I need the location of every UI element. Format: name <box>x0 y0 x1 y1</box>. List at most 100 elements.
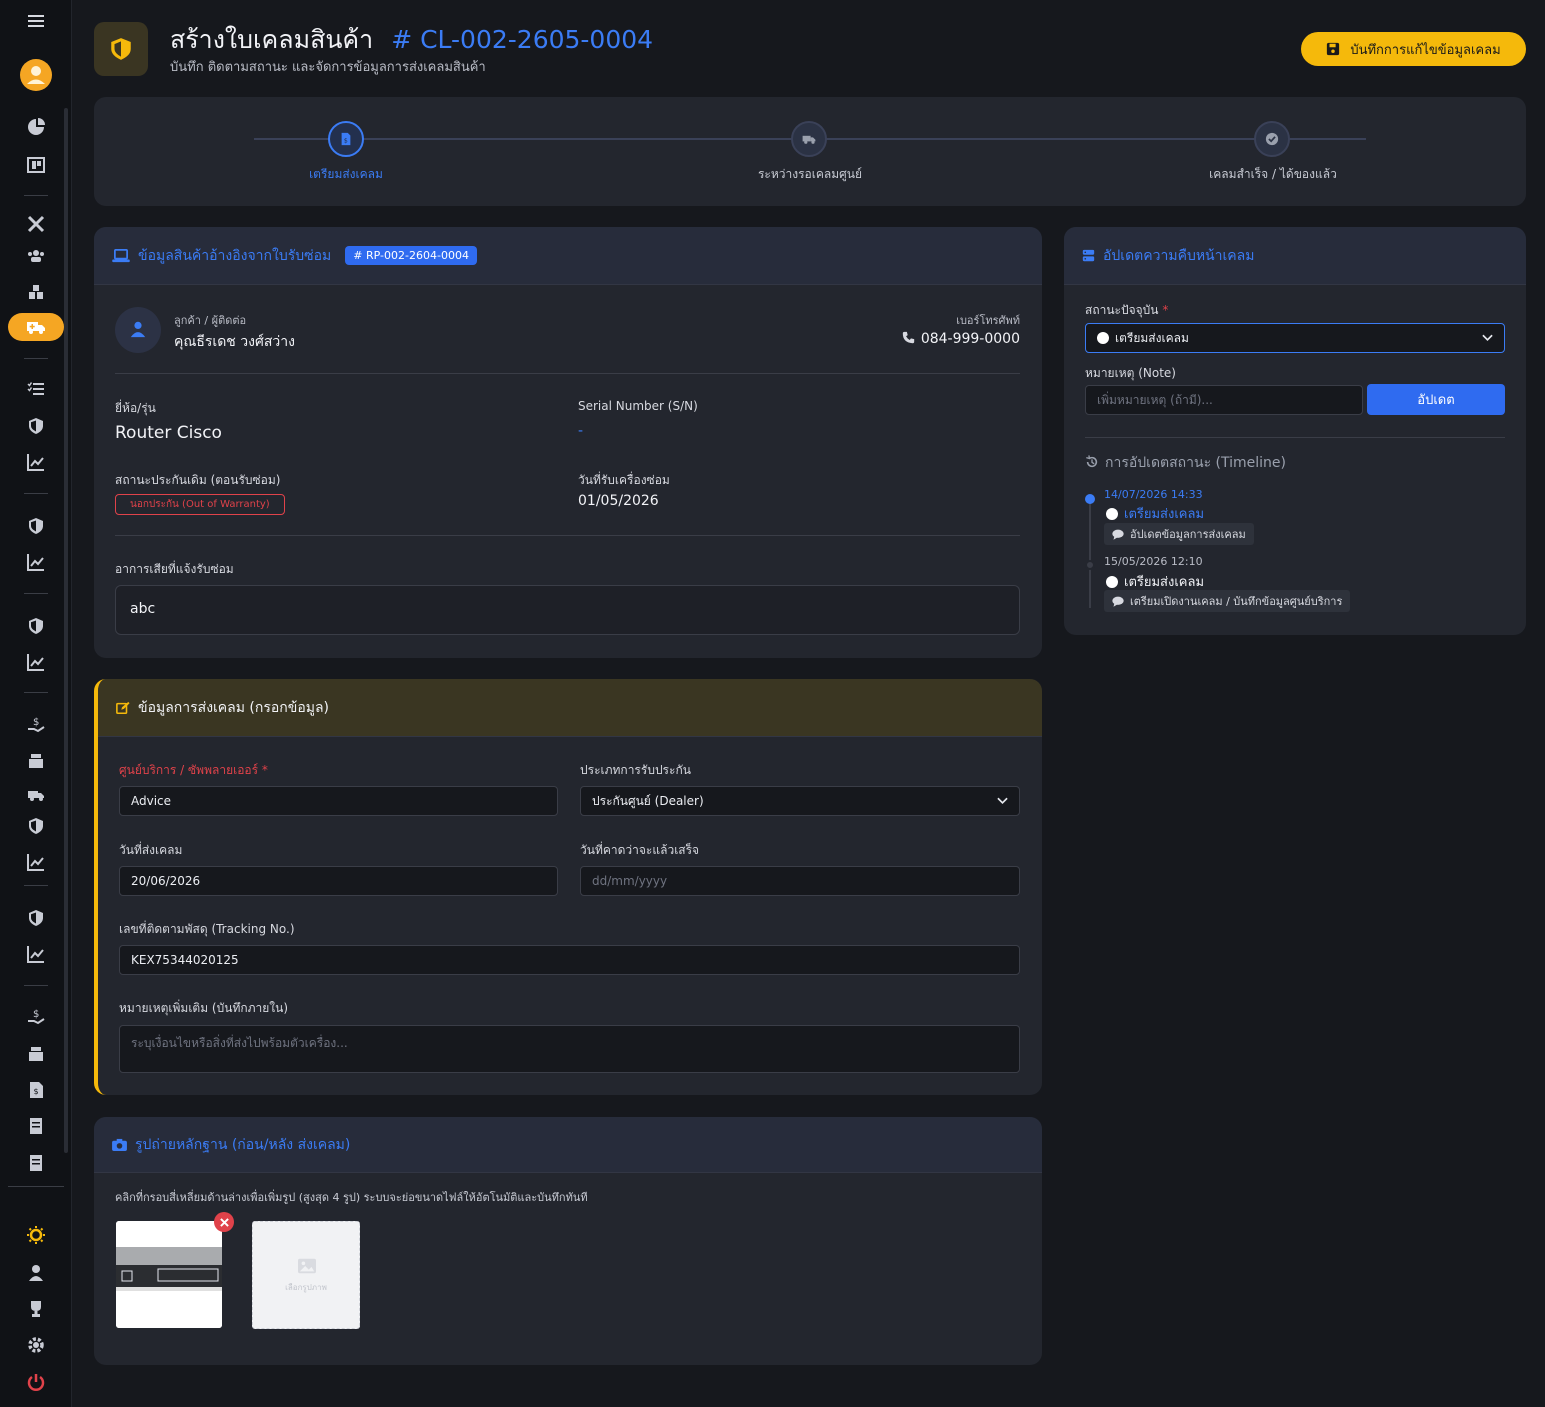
sidebar-item-customers[interactable] <box>0 241 72 271</box>
shield-icon <box>29 518 43 534</box>
cash-register-icon <box>29 1047 43 1061</box>
sidebar-item-inventory[interactable] <box>0 277 72 307</box>
warranty-status-badge: นอกประกัน (Out of Warranty) <box>115 494 285 515</box>
sidebar-item-report-4[interactable] <box>0 847 72 877</box>
timeline-note: อัปเดตข้อมูลการส่งเคลม <box>1104 523 1254 545</box>
close-icon <box>219 1217 229 1227</box>
sidebar-item-report-3[interactable] <box>0 647 72 677</box>
image-icon <box>298 1258 316 1274</box>
chart-line-icon <box>27 854 44 871</box>
internal-note-textarea[interactable]: ระบุเงื่อนไขหรือสิ่งที่ส่งไปพร้อมตัวเครื… <box>119 1025 1020 1073</box>
expected-date-label: วันที่คาดว่าจะแล้วเสร็จ <box>580 843 700 857</box>
truck-icon <box>802 135 816 144</box>
sidebar-item-profile[interactable] <box>0 1258 72 1288</box>
phone-label: เบอร์โทรศัพท์ <box>956 314 1020 327</box>
send-date-input[interactable]: 20/06/2026 <box>119 866 558 896</box>
photos-hint: คลิกที่กรอบสี่เหลี่ยมด้านล่างเพื่อเพิ่มร… <box>115 1191 588 1204</box>
sidebar-item-receipt-1[interactable] <box>0 1111 72 1141</box>
sidebar-item-payment-2[interactable]: $ <box>0 1002 72 1032</box>
phone-value[interactable]: 084-999-0000 <box>902 331 1020 347</box>
pie-chart-icon <box>28 118 45 135</box>
step-1-circle: $ <box>328 121 364 157</box>
photos-header: รูปถ่ายหลักฐาน (ก่อน/หลัง ส่งเคลม) <box>94 1117 1042 1173</box>
router-photo <box>116 1221 222 1328</box>
timeline-dot <box>1085 560 1095 570</box>
invoice-icon: $ <box>30 1082 43 1098</box>
warranty-type-value: ประกันศูนย์ (Dealer) <box>592 793 704 808</box>
sidebar-scrollbar[interactable] <box>64 108 68 1153</box>
svg-text:$: $ <box>33 717 39 728</box>
board-icon <box>27 157 45 173</box>
sidebar-item-pos-2[interactable] <box>0 1039 72 1069</box>
update-status-button[interactable]: อัปเดต <box>1367 384 1505 415</box>
user-tie-icon <box>130 321 146 338</box>
sidebar-item-warranty-4[interactable] <box>0 811 72 841</box>
timeline-status: เตรียมส่งเคลม <box>1106 571 1204 592</box>
internal-note-label: หมายเหตุเพิ่มเติม (บันทึกภายใน) <box>119 1001 289 1015</box>
hamburger-icon <box>28 15 44 27</box>
sidebar-item-receipt-2[interactable] <box>0 1148 72 1178</box>
save-claim-button[interactable]: บันทึกการแก้ไขข้อมูลเคลม <box>1301 32 1526 66</box>
floppy-disk-icon <box>1327 42 1340 56</box>
receipt-icon <box>30 1118 42 1134</box>
sidebar-item-invoice[interactable]: $ <box>0 1075 72 1105</box>
page-title: สร้างใบเคลมสินค้า # CL-002-2605-0004 <box>170 25 654 54</box>
sidebar-item-rewards[interactable] <box>0 1294 72 1324</box>
photos-title: รูปถ่ายหลักฐาน (ก่อน/หลัง ส่งเคลม) <box>135 1136 351 1153</box>
sidebar-item-warranty-5[interactable] <box>0 903 72 933</box>
shield-icon <box>29 818 43 834</box>
photos-card: รูปถ่ายหลักฐาน (ก่อน/หลัง ส่งเคลม) คลิกท… <box>94 1117 1042 1365</box>
trophy-icon <box>31 1301 41 1317</box>
sun-icon <box>27 1226 45 1244</box>
claim-form-title: ข้อมูลการส่งเคลม (กรอกข้อมูล) <box>138 699 330 716</box>
sidebar-item-tasks[interactable] <box>0 374 72 404</box>
current-status-select[interactable]: เตรียมส่งเคลม <box>1085 323 1505 353</box>
tracking-input[interactable]: KEX75344020125 <box>119 945 1020 975</box>
status-dot <box>1097 332 1109 344</box>
sidebar-item-delivery[interactable] <box>0 780 72 810</box>
progress-note-input[interactable]: เพิ่มหมายเหตุ (ถ้ามี)... <box>1085 385 1363 415</box>
sidebar-item-board[interactable] <box>0 150 72 180</box>
sidebar-item-warranty-2[interactable] <box>0 511 72 541</box>
add-photo-slot[interactable]: เลือกรูปภาพ <box>252 1221 360 1329</box>
truck-medical-icon <box>27 322 45 334</box>
step-1-label: เตรียมส่งเคลม <box>309 167 383 181</box>
user-avatar[interactable] <box>0 59 72 91</box>
warranty-type-select[interactable]: ประกันศูนย์ (Dealer) <box>580 786 1020 816</box>
logout-button[interactable] <box>0 1367 72 1397</box>
sidebar-item-pos-1[interactable] <box>0 746 72 776</box>
sidebar-item-report-1[interactable] <box>0 447 72 477</box>
remove-photo-button[interactable] <box>214 1212 234 1232</box>
shield-icon <box>29 910 43 926</box>
supplier-input[interactable]: Advice <box>119 786 558 816</box>
photo-thumbnail[interactable] <box>116 1221 222 1328</box>
sidebar: $ $ $ <box>0 0 72 1407</box>
sidebar-item-settings[interactable] <box>0 1330 72 1360</box>
save-claim-label: บันทึกการแก้ไขข้อมูลเคลม <box>1350 42 1501 58</box>
sidebar-item-report-5[interactable] <box>0 939 72 969</box>
expected-date-input[interactable]: dd/mm/yyyy <box>580 866 1020 896</box>
power-icon <box>27 1374 45 1391</box>
timeline-track <box>1089 503 1091 608</box>
svg-text:$: $ <box>344 138 348 145</box>
menu-icon[interactable] <box>0 6 72 36</box>
sidebar-item-theme[interactable] <box>0 1220 72 1250</box>
sidebar-item-claims[interactable] <box>8 313 64 341</box>
sidebar-item-report-2[interactable] <box>0 547 72 577</box>
shield-icon <box>29 418 43 434</box>
product-info-title: ข้อมูลสินค้าอ้างอิงจากใบรับซ่อม <box>138 247 332 264</box>
claim-progress-title: อัปเดตความคืบหน้าเคลม <box>1103 247 1255 264</box>
brand-label: ยี่ห้อ/รุ่น <box>115 401 156 415</box>
sidebar-item-tools[interactable] <box>0 209 72 239</box>
step-3-circle <box>1254 121 1290 157</box>
product-info-card: ข้อมูลสินค้าอ้างอิงจากใบรับซ่อม # RP-002… <box>94 227 1042 658</box>
sidebar-item-payment-1[interactable]: $ <box>0 710 72 740</box>
sidebar-item-warranty-3[interactable] <box>0 611 72 641</box>
sidebar-item-warranty-1[interactable] <box>0 411 72 441</box>
repair-ref-tag[interactable]: # RP-002-2604-0004 <box>345 246 477 265</box>
customer-label: ลูกค้า / ผู้ติดต่อ <box>174 314 247 327</box>
symptom-box: abc <box>115 585 1020 635</box>
sidebar-item-dashboard[interactable] <box>0 112 72 142</box>
claim-form-card: ข้อมูลการส่งเคลม (กรอกข้อมูล) ศูนย์บริกา… <box>94 679 1042 1095</box>
received-date-label: วันที่รับเครื่องซ่อม <box>578 473 670 487</box>
